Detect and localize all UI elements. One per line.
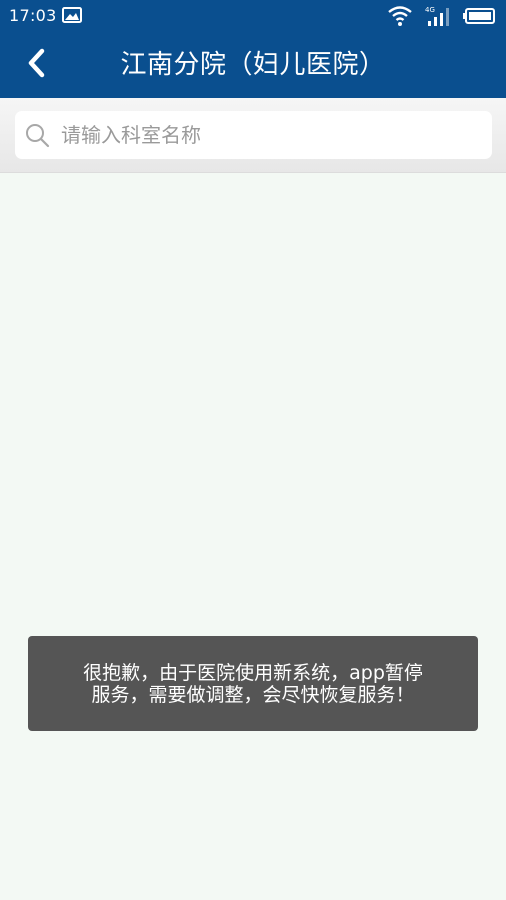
battery-icon	[463, 8, 495, 28]
status-time: 17:03	[9, 6, 57, 25]
search-box[interactable]	[15, 111, 492, 159]
image-notification-icon	[62, 7, 82, 27]
wifi-icon	[387, 5, 413, 31]
toast-notification: 很抱歉，由于医院使用新系统，app暂停服务，需要做调整，会尽快恢复服务！	[28, 636, 478, 731]
signal-icon: 4G	[425, 5, 455, 31]
status-bar: 17:03 4G	[0, 0, 506, 32]
network-type-label: 4G	[425, 6, 435, 14]
back-button[interactable]	[14, 42, 58, 88]
page-title: 江南分院（妇儿医院）	[120, 50, 386, 80]
search-bar	[0, 98, 506, 173]
app-header: 江南分院（妇儿医院）	[0, 32, 506, 98]
search-icon	[24, 122, 50, 152]
chevron-left-icon	[26, 48, 46, 82]
toast-message: 很抱歉，由于医院使用新系统，app暂停服务，需要做调整，会尽快恢复服务！	[83, 661, 423, 706]
department-list-area	[0, 173, 506, 900]
search-input[interactable]	[61, 111, 481, 159]
